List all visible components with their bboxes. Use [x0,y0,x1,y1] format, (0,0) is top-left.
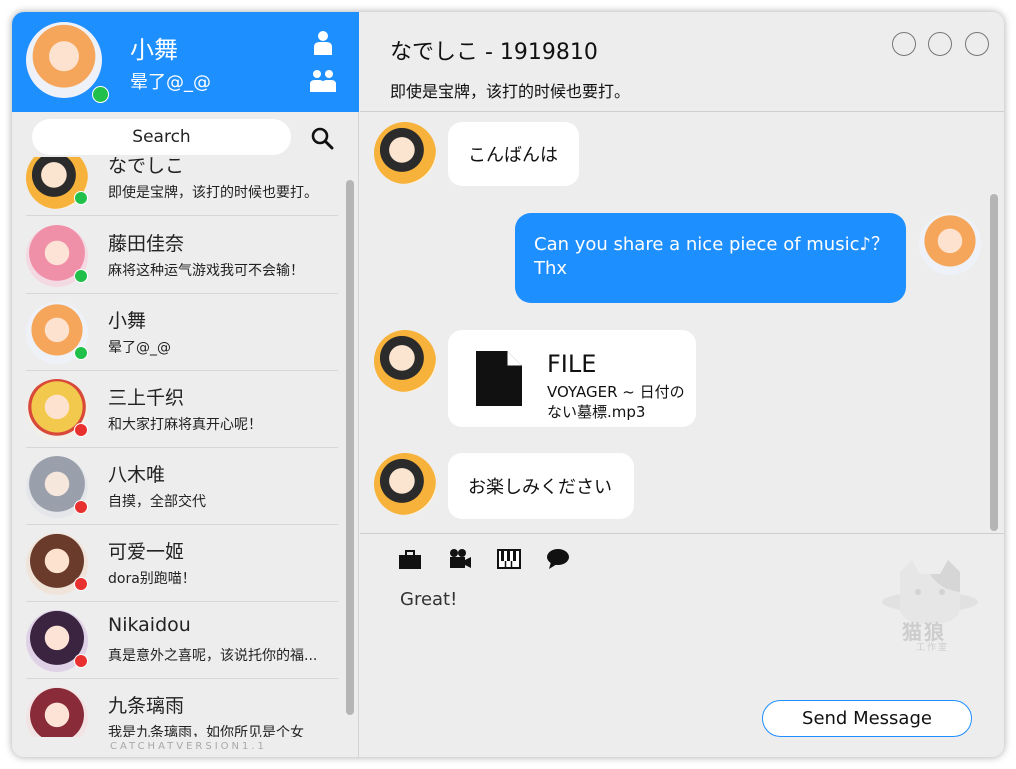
offline-status-dot [74,577,88,591]
profile-header: 小舞 晕了@_@ [12,12,359,112]
chat-signature: 即使是宝牌，该打的时候也要打。 [390,82,631,101]
chat-title: なでしこ - 1919810 [390,40,598,65]
search-input[interactable] [32,119,291,155]
contact-last-message: 麻将这种运气游戏我可不会输！ [108,263,304,279]
chat-bubble-icon[interactable] [546,548,570,570]
contact-last-message: 即使是宝牌，该打的时候也要打。 [108,185,318,201]
contact-item-nikaidou[interactable]: Nikaidou 真是意外之喜呢，该说托你的福... [26,602,338,679]
avatar [26,687,88,737]
app-window: 小舞 晕了@_@ なでしこ 即使是宝 [12,12,1004,757]
header-divider [360,111,1004,112]
sender-avatar[interactable] [374,122,436,184]
contact-item-nadeshiko[interactable]: なでしこ 即使是宝牌，该打的时候也要打。 [26,157,338,216]
search-box [32,119,291,155]
offline-status-dot [74,654,88,668]
contact-item-mikami-chiori[interactable]: 三上千织 和大家打麻将真开心呢！ [26,371,338,448]
profile-status-dot [92,86,109,103]
contact-name: 九条璃雨 [108,695,185,717]
video-camera-icon[interactable] [448,548,472,570]
message-text: Can you share a nice piece of music♪？Thx [534,234,889,279]
online-status-dot [74,269,88,283]
version-label: CATCHATVERSION1.1 [110,741,267,752]
contact-name: 三上千织 [108,387,185,409]
search-icon[interactable] [310,126,334,150]
online-status-dot [74,346,88,360]
contact-list-scrollbar[interactable] [346,180,354,715]
minimize-button[interactable] [892,32,916,56]
contact-item-fujita-kana[interactable]: 藤田佳奈 麻将这种运气游戏我可不会输！ [26,217,338,294]
message-input[interactable]: Great! [400,589,860,689]
message-bubble-incoming: こんばんは [448,122,579,186]
contacts-panel: 小舞 晕了@_@ なでしこ 即使是宝 [12,12,359,757]
send-message-button[interactable]: Send Message [762,700,972,737]
file-message-bubble[interactable]: FILE VOYAGER ~ 日付のない墓標.mp3 [448,330,696,427]
file-label: FILE [547,350,597,378]
message-text: こんばんは [468,145,558,166]
close-button[interactable] [965,32,989,56]
contact-last-message: 我是九条璃雨，如你所见是个女 [108,725,304,737]
message-text: お楽しみください [468,477,612,498]
my-avatar[interactable] [919,213,981,275]
message-bubble-incoming: お楽しみください [448,453,634,519]
briefcase-icon[interactable] [398,548,422,570]
chat-panel: なでしこ - 1919810 即使是宝牌，该打的时候也要打。 こんばんは Can… [360,12,1004,757]
profile-avatar[interactable] [26,22,102,98]
message-bubble-outgoing: Can you share a nice piece of music♪？Thx [515,213,906,303]
contact-name: 可爱一姬 [108,541,185,563]
compose-divider [360,533,1004,534]
contact-name: 八木唯 [108,464,166,486]
contact-item-kujou-riu[interactable]: 九条璃雨 我是九条璃雨，如你所见是个女 [26,679,338,737]
offline-status-dot [74,500,88,514]
profile-name: 小舞 [130,36,178,64]
contact-name: 小舞 [108,310,147,332]
group-icon[interactable] [309,69,337,93]
contact-name: なでしこ [108,157,185,177]
contact-list: なでしこ 即使是宝牌，该打的时候也要打。 藤田佳奈 麻将这种运气游戏我可不会输！… [12,157,342,737]
user-icon[interactable] [312,30,334,56]
sender-avatar[interactable] [374,330,436,392]
piano-icon[interactable] [497,548,521,570]
offline-status-dot [74,423,88,437]
online-status-dot [74,191,88,205]
maximize-button[interactable] [928,32,952,56]
chat-scrollbar[interactable] [990,194,998,531]
contact-name: Nikaidou [108,614,191,636]
contact-name: 藤田佳奈 [108,233,185,255]
contact-last-message: 自摸，全部交代 [108,494,206,510]
contact-item-yagi-yui[interactable]: 八木唯 自摸，全部交代 [26,448,338,525]
contact-item-xiaowu[interactable]: 小舞 晕了@_@ [26,294,338,371]
watermark-subtitle: 工作室 [916,643,950,653]
file-name: VOYAGER ~ 日付のない墓標.mp3 [547,383,685,421]
file-icon [476,351,522,406]
contact-last-message: dora别跑喵！ [108,571,196,587]
contact-item-kawaii-ichihime[interactable]: 可爱一姬 dora别跑喵！ [26,525,338,602]
sender-avatar[interactable] [374,453,436,515]
contact-last-message: 真是意外之喜呢，该说托你的福... [108,648,318,664]
profile-signature: 晕了@_@ [130,72,211,93]
contact-last-message: 和大家打麻将真开心呢！ [108,417,262,433]
contact-last-message: 晕了@_@ [108,340,171,356]
